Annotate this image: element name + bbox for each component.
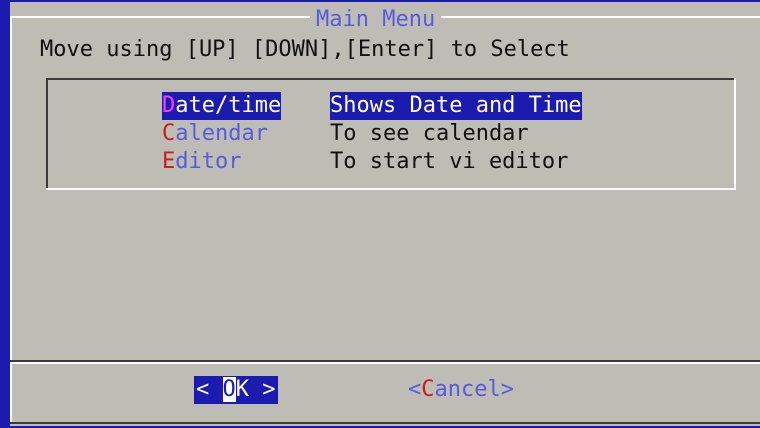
dialog-border-bottom — [10, 422, 760, 424]
menu-border-right — [734, 78, 736, 190]
menu-item-description: To see calendar — [330, 121, 529, 146]
dialog-title: Main Menu — [310, 7, 442, 33]
menu-item-hotkey: D — [162, 93, 176, 118]
menu-item-editor[interactable]: Editor To start vi editor — [162, 148, 722, 176]
terminal-screen: Main Menu Move using [UP] [DOWN],[Enter]… — [0, 0, 760, 428]
menu-item-tag-rest: ditor — [175, 149, 242, 174]
cancel-button-open: < — [408, 377, 422, 402]
menu-border-left — [46, 78, 48, 190]
menu-border-top — [46, 78, 736, 80]
menu-item-hotkey: E — [162, 149, 176, 174]
cancel-button-rest: ancel> — [434, 377, 514, 402]
main-menu-dialog: Main Menu Move using [UP] [DOWN],[Enter]… — [10, 2, 760, 426]
cancel-button-hotkey: C — [421, 377, 435, 402]
menu-item-calendar[interactable]: Calendar To see calendar — [162, 120, 722, 148]
menu-border-bottom — [46, 188, 736, 190]
menu-item-tag: Date/time — [162, 92, 282, 120]
menu-item-tag: Calendar — [162, 120, 268, 148]
menu-item-tag-rest: alendar — [175, 121, 268, 146]
cancel-button[interactable]: <Cancel> — [408, 376, 514, 404]
ok-button[interactable]: < OK > — [194, 376, 278, 404]
menu-item-hotkey: C — [162, 121, 176, 146]
ok-button-rest: K > — [235, 377, 276, 402]
ok-button-left: < — [196, 377, 223, 402]
button-separator-highlight — [10, 362, 760, 364]
menu-list: Date/time Shows Date and Time Calendar T… — [46, 78, 736, 190]
dialog-instructions: Move using [UP] [DOWN],[Enter] to Select — [40, 37, 570, 62]
menu-item-description: Shows Date and Time — [330, 92, 582, 120]
ok-button-cursor: O — [222, 377, 236, 402]
menu-item-datetime[interactable]: Date/time Shows Date and Time — [162, 92, 722, 120]
menu-item-tag-rest: ate/time — [175, 93, 282, 118]
menu-item-description: To start vi editor — [330, 149, 569, 174]
menu-item-tag: Editor — [162, 148, 241, 176]
